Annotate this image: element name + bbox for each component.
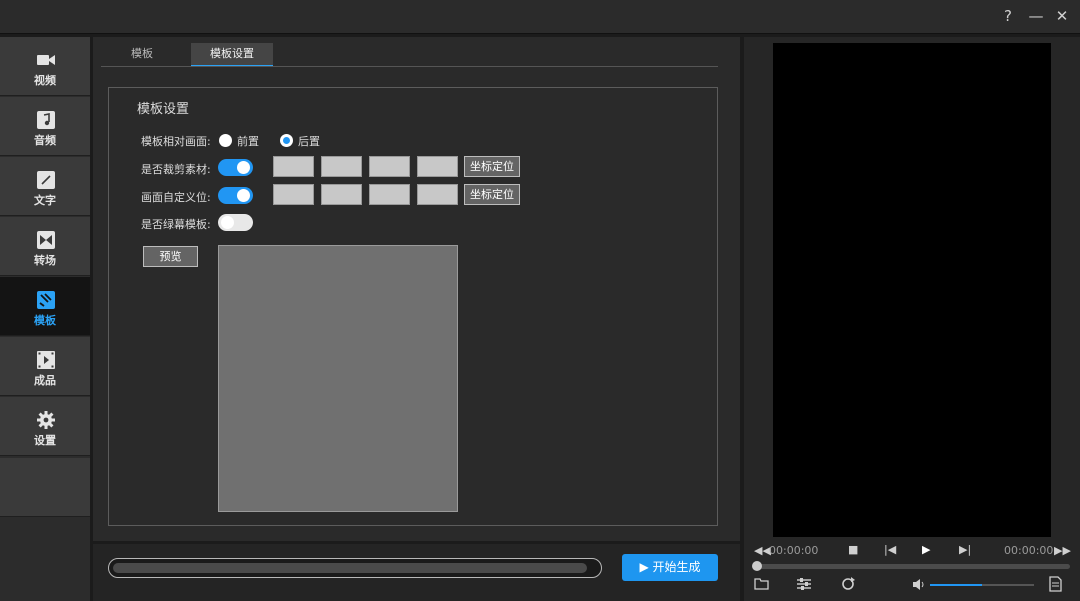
video-player: ◀◀ 00:00:00 ■ |◀ ▶ ▶| 00:00:00 ▶▶ bbox=[744, 37, 1080, 601]
position-label: 模板相对画面: bbox=[141, 135, 211, 148]
sidebar: 视频 音频 文字 转场 模板 成品 设置 bbox=[0, 37, 90, 601]
tab-template[interactable]: 模板 bbox=[127, 43, 157, 67]
transition-icon bbox=[37, 231, 55, 249]
volume-icon[interactable] bbox=[912, 578, 928, 591]
crop-label: 是否裁剪素材: bbox=[141, 163, 211, 176]
crop-height-input[interactable] bbox=[417, 156, 458, 177]
tab-divider bbox=[101, 66, 718, 67]
video-camera-icon bbox=[37, 55, 55, 65]
tab-template-settings[interactable]: 模板设置 bbox=[191, 43, 273, 67]
radio-front-label: 前置 bbox=[237, 135, 259, 148]
radio-front[interactable] bbox=[219, 134, 232, 147]
sidebar-item-template[interactable]: 模板 bbox=[0, 277, 90, 336]
gear-icon bbox=[37, 411, 55, 429]
greenscreen-toggle[interactable] bbox=[218, 214, 253, 231]
sidebar-empty-slot bbox=[0, 458, 90, 517]
title-bar: ? — ✕ bbox=[0, 0, 1080, 34]
sidebar-item-output[interactable]: 成品 bbox=[0, 337, 90, 396]
document-icon[interactable] bbox=[1049, 576, 1062, 592]
help-button[interactable]: ? bbox=[998, 6, 1018, 26]
sidebar-item-label: 转场 bbox=[34, 254, 56, 267]
sidebar-item-label: 设置 bbox=[34, 434, 56, 447]
panel-title: 模板设置 bbox=[137, 102, 190, 117]
sidebar-item-transition[interactable]: 转场 bbox=[0, 217, 90, 276]
main-content: 模板 模板设置 模板设置 模板相对画面: 前置 后置 是否裁剪素材: 坐标定位 … bbox=[93, 37, 740, 541]
refresh-icon[interactable] bbox=[840, 577, 856, 591]
volume-slider[interactable] bbox=[930, 584, 1034, 586]
total-time: 00:00:00 bbox=[1004, 544, 1054, 557]
custom-position-toggle[interactable] bbox=[218, 187, 253, 204]
current-time: 00:00:00 bbox=[769, 544, 819, 557]
close-button[interactable]: ✕ bbox=[1052, 6, 1072, 26]
crop-toggle[interactable] bbox=[218, 159, 253, 176]
crop-x-input[interactable] bbox=[273, 156, 314, 177]
progress-fill bbox=[113, 563, 588, 573]
sidebar-item-video[interactable]: 视频 bbox=[0, 37, 90, 96]
music-note-icon bbox=[37, 111, 55, 129]
sidebar-item-label: 音频 bbox=[34, 134, 56, 147]
skip-back-icon[interactable]: |◀ bbox=[884, 543, 896, 556]
stop-icon[interactable]: ■ bbox=[848, 543, 858, 556]
preview-button[interactable]: 预览 bbox=[143, 246, 198, 267]
sidebar-item-settings[interactable]: 设置 bbox=[0, 397, 90, 456]
adjust-settings-icon[interactable] bbox=[796, 577, 812, 591]
seek-handle[interactable] bbox=[752, 561, 762, 571]
position-y-input[interactable] bbox=[321, 184, 362, 205]
open-folder-icon[interactable] bbox=[754, 577, 770, 591]
volume-fill bbox=[930, 584, 982, 586]
position-width-input[interactable] bbox=[369, 184, 410, 205]
fast-forward-icon[interactable]: ▶▶ bbox=[1054, 544, 1071, 557]
greenscreen-label: 是否绿幕模板: bbox=[141, 218, 211, 231]
radio-back-label: 后置 bbox=[298, 135, 320, 148]
sidebar-item-audio[interactable]: 音频 bbox=[0, 97, 90, 156]
template-settings-panel: 模板设置 模板相对画面: 前置 后置 是否裁剪素材: 坐标定位 画面自定义位: … bbox=[108, 87, 718, 526]
sidebar-item-text[interactable]: 文字 bbox=[0, 157, 90, 216]
sidebar-item-label: 视频 bbox=[34, 74, 56, 87]
crop-width-input[interactable] bbox=[369, 156, 410, 177]
sidebar-item-label: 成品 bbox=[34, 374, 56, 387]
generate-progress-bar bbox=[108, 558, 602, 578]
custom-position-label: 画面自定义位: bbox=[141, 191, 211, 204]
generate-bar: ▶ 开始生成 bbox=[93, 544, 740, 601]
preview-area bbox=[218, 245, 458, 512]
crop-y-input[interactable] bbox=[321, 156, 362, 177]
sidebar-item-label: 文字 bbox=[34, 194, 56, 207]
radio-back[interactable] bbox=[280, 134, 293, 147]
skip-forward-icon[interactable]: ▶| bbox=[959, 543, 971, 556]
minimize-button[interactable]: — bbox=[1026, 6, 1046, 26]
sidebar-item-label: 模板 bbox=[34, 314, 56, 327]
crop-locate-button[interactable]: 坐标定位 bbox=[464, 156, 520, 177]
film-reel-icon bbox=[37, 351, 55, 369]
seek-bar[interactable] bbox=[754, 564, 1070, 569]
position-x-input[interactable] bbox=[273, 184, 314, 205]
video-preview-screen bbox=[773, 43, 1051, 537]
play-icon[interactable]: ▶ bbox=[922, 543, 930, 556]
text-pen-icon bbox=[37, 171, 55, 189]
start-generate-button[interactable]: ▶ 开始生成 bbox=[622, 554, 718, 581]
position-locate-button[interactable]: 坐标定位 bbox=[464, 184, 520, 205]
template-icon bbox=[37, 291, 55, 309]
position-height-input[interactable] bbox=[417, 184, 458, 205]
